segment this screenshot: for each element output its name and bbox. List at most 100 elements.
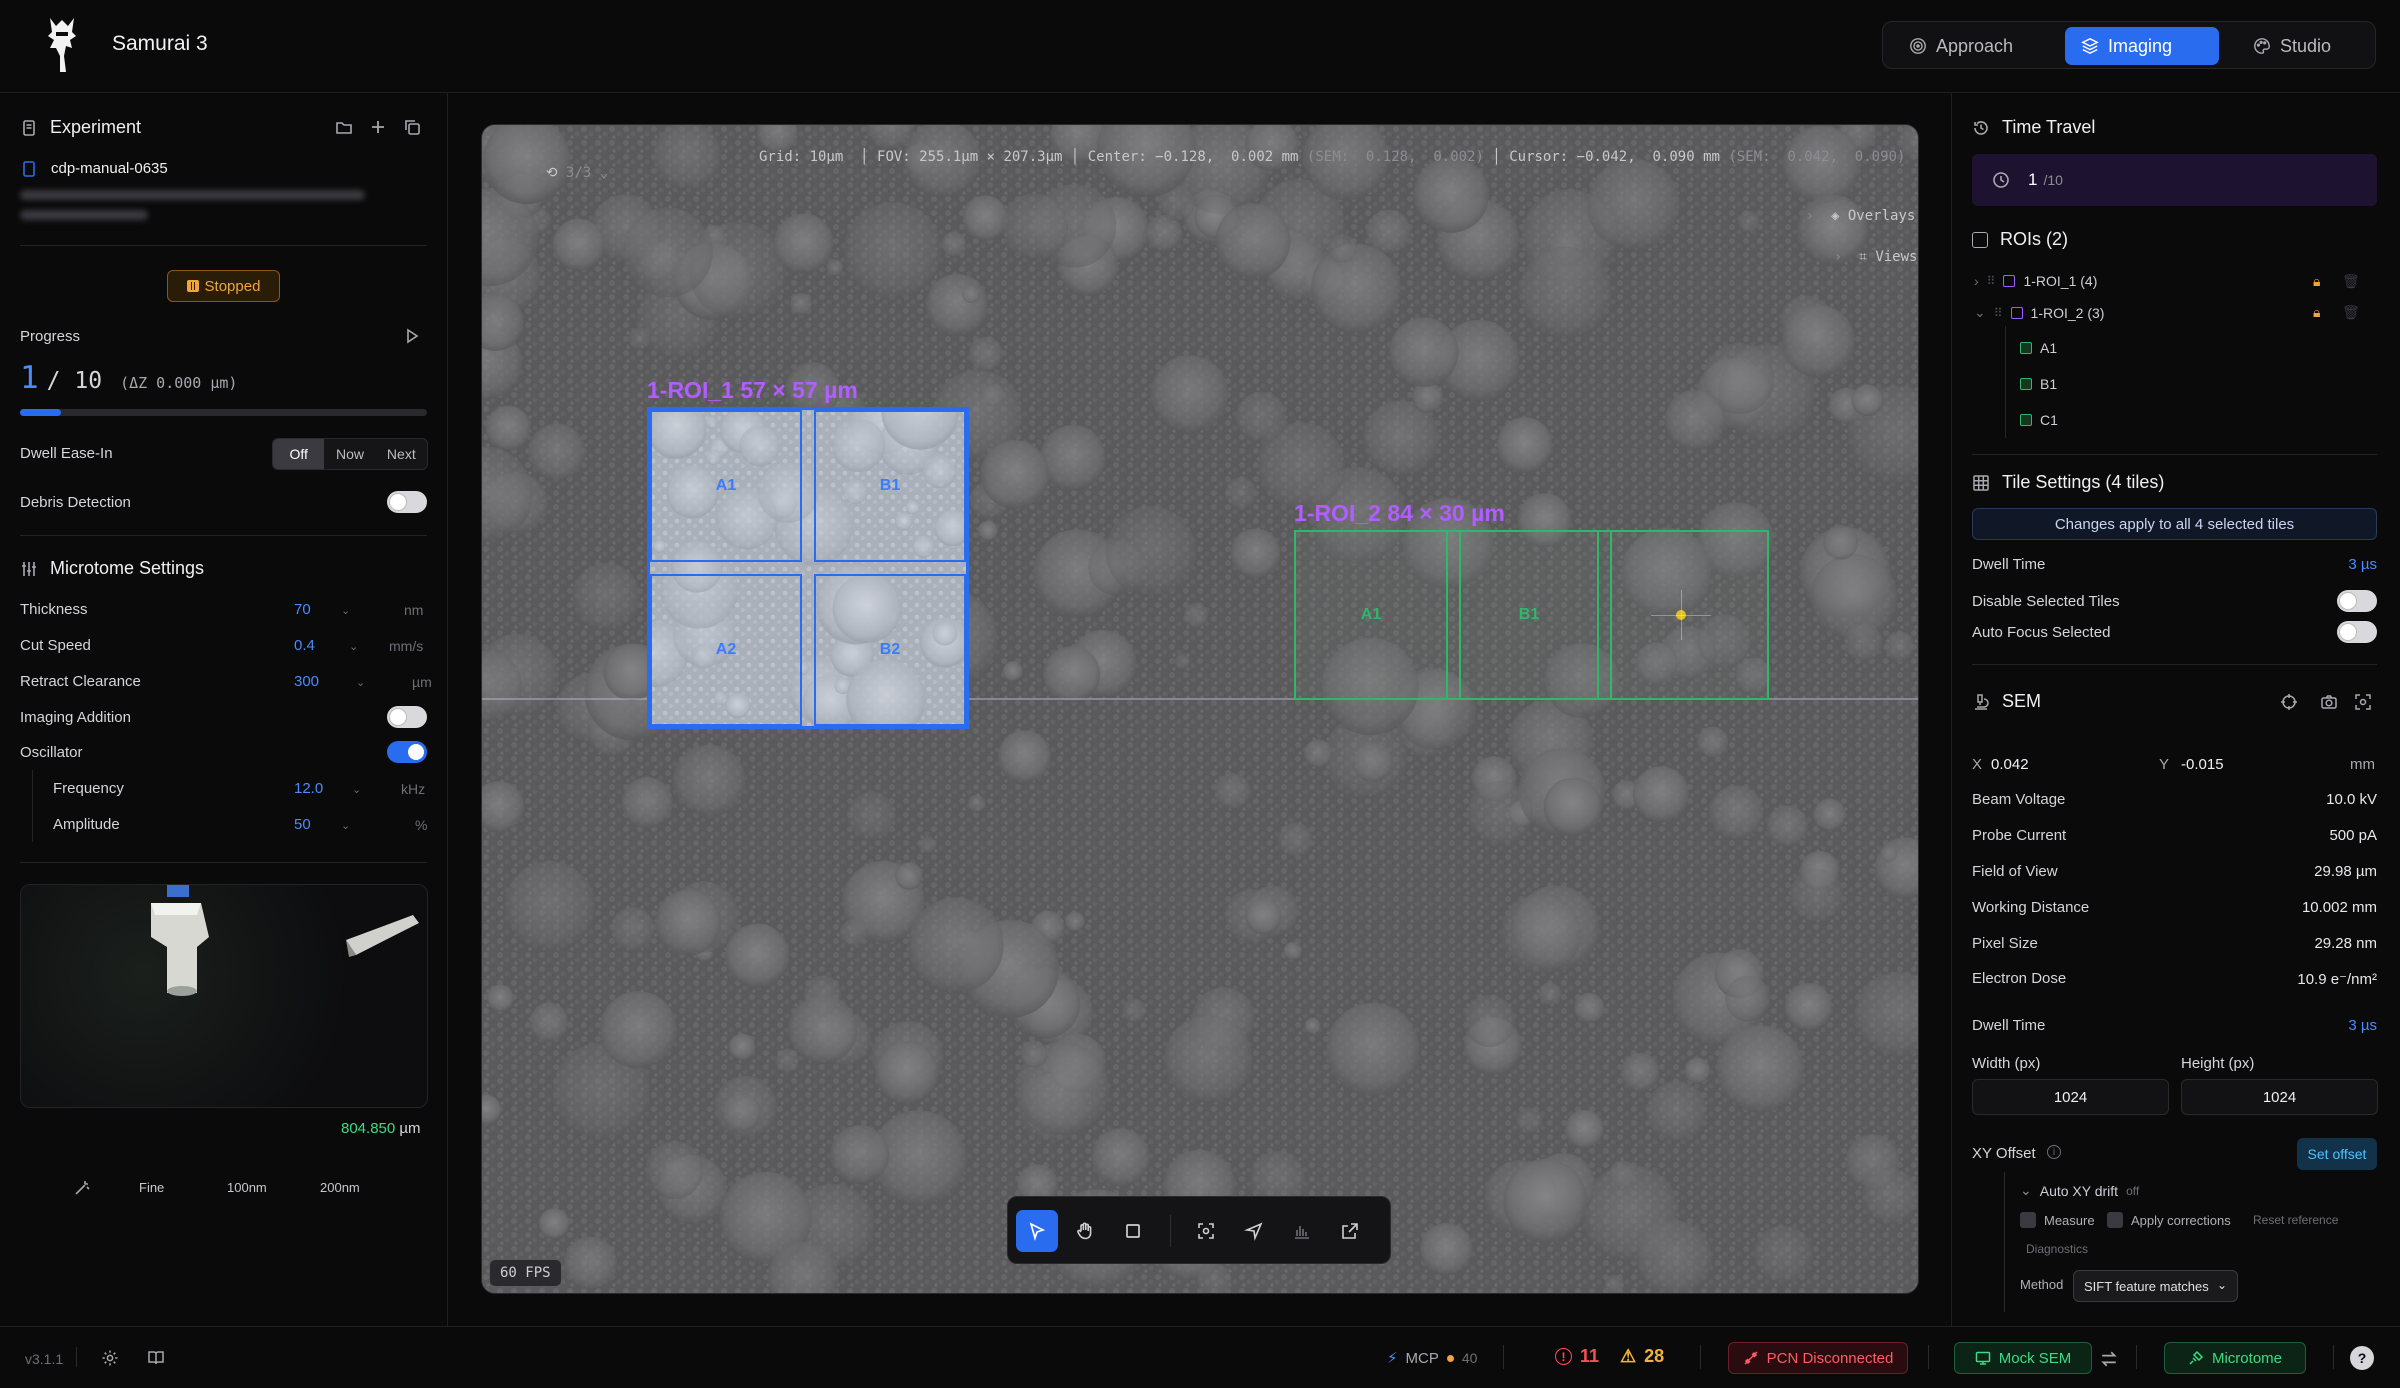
roi-2-tile-b1[interactable]: B1	[1461, 532, 1599, 698]
auto-drift-header[interactable]: ⌄ Auto XY drift off	[2020, 1182, 2139, 1199]
reset-reference-button[interactable]: Reset reference	[2253, 1213, 2338, 1227]
amplitude-value[interactable]: 50	[294, 816, 311, 833]
dwell-ease-next[interactable]: Next	[376, 439, 427, 469]
chevron-down-icon[interactable]: ⌄	[341, 819, 350, 832]
plus-icon[interactable]	[369, 118, 387, 136]
trash-icon[interactable]: 🗑︎	[2342, 304, 2360, 321]
open-external-button[interactable]	[1329, 1210, 1371, 1252]
tab-studio[interactable]: Studio	[2237, 27, 2367, 65]
roi-row-2[interactable]: ⌄ ⠿ 1-ROI_2 (3)	[1974, 304, 2104, 321]
trash-icon[interactable]: 🗑︎	[2342, 273, 2360, 290]
views-menu[interactable]: › ⌗ Views	[1800, 233, 1918, 281]
retract-value[interactable]: 300	[294, 673, 319, 690]
error-count[interactable]: ! 11	[1555, 1346, 1599, 1367]
roi-1-tile-a2[interactable]: A2	[650, 574, 802, 726]
set-offset-button[interactable]: Set offset	[2297, 1138, 2377, 1170]
microtome-pill[interactable]: Microtome	[2164, 1342, 2306, 1374]
rectangle-tool-button[interactable]	[1112, 1210, 1154, 1252]
microtome-3d-preview[interactable]	[20, 884, 428, 1108]
dwell-ease-now[interactable]: Now	[324, 439, 375, 469]
width-input[interactable]: 1024	[1972, 1079, 2169, 1115]
sem-dwell-label: Dwell Time	[1972, 1017, 2046, 1034]
measure-checkbox[interactable]: Measure	[2020, 1212, 2095, 1228]
frequency-value[interactable]: 12.0	[294, 780, 323, 797]
roi-2-region[interactable]: A1 B1	[1294, 530, 1769, 700]
frequency-label: Frequency	[53, 780, 124, 797]
y-value[interactable]: -0.015	[2181, 756, 2224, 773]
history-counter[interactable]: ⟲ 3/3 ⌄	[512, 149, 608, 197]
roi-1-tile-a1[interactable]: A1	[650, 410, 802, 562]
lock-icon[interactable]: 🔒︎	[2313, 304, 2320, 321]
experiment-name[interactable]: cdp-manual-0635	[51, 160, 168, 177]
mock-sem-pill[interactable]: Mock SEM	[1954, 1342, 2092, 1374]
swap-icon[interactable]	[2100, 1350, 2118, 1368]
dwell-ease-off[interactable]: Off	[273, 439, 325, 469]
method-select[interactable]: SIFT feature matches ⌄	[2073, 1270, 2238, 1302]
roi-child-b1[interactable]: B1	[2020, 376, 2057, 392]
disable-tiles-label: Disable Selected Tiles	[1972, 593, 2120, 610]
step-fine[interactable]: Fine	[139, 1180, 164, 1195]
debris-toggle[interactable]	[387, 491, 427, 513]
apply-corrections-checkbox[interactable]: Apply corrections	[2107, 1212, 2231, 1228]
sem-image-viewer[interactable]: ⟲ 3/3 ⌄ Grid: 10µm │ FOV: 255.1µm × 207.…	[481, 124, 1919, 1294]
sem-param-value: 10.002 mm	[2301, 899, 2377, 916]
drag-handle-icon[interactable]: ⠿	[1994, 306, 2003, 320]
pan-tool-button[interactable]	[1064, 1210, 1106, 1252]
copy-icon[interactable]	[403, 118, 421, 136]
chevron-down-icon[interactable]: ⌄	[352, 783, 361, 796]
camera-icon[interactable]	[2320, 693, 2338, 711]
wand-icon[interactable]	[73, 1179, 91, 1197]
tab-approach[interactable]: Approach	[1893, 27, 2029, 65]
drag-handle-icon[interactable]: ⠿	[1987, 274, 1996, 288]
roi-1-region[interactable]: A1 B1 A2 B2	[647, 407, 969, 729]
frequency-unit: kHz	[401, 781, 426, 797]
folder-open-icon[interactable]	[335, 118, 353, 136]
monitor-icon	[1975, 1350, 1991, 1366]
roi-1-tile-b2[interactable]: B2	[814, 574, 966, 726]
warning-count[interactable]: ⚠︎ 28	[1620, 1346, 1664, 1367]
roi-row-1[interactable]: › ⠿ 1-ROI_1 (4)	[1974, 273, 2097, 289]
grid-icon	[1972, 474, 1990, 492]
cut-speed-value[interactable]: 0.4	[294, 637, 315, 654]
autofocus-toggle[interactable]	[2337, 621, 2377, 643]
disable-tiles-toggle[interactable]	[2337, 590, 2377, 612]
info-icon[interactable]: i	[2047, 1145, 2061, 1159]
step-200nm[interactable]: 200nm	[320, 1180, 360, 1195]
sem-param-label: Working Distance	[1972, 899, 2090, 916]
rectangle-icon	[1123, 1221, 1143, 1241]
amplitude-label: Amplitude	[53, 816, 120, 833]
book-icon[interactable]	[147, 1349, 165, 1367]
histogram-tool-button[interactable]	[1281, 1210, 1323, 1252]
chevron-down-icon[interactable]: ⌄	[349, 640, 358, 653]
imaging-addition-toggle[interactable]	[387, 706, 427, 728]
crosshair-icon[interactable]	[2280, 693, 2298, 711]
mcp-status[interactable]: ⚡︎ MCP 40	[1387, 1349, 1477, 1368]
height-input[interactable]: 1024	[2181, 1079, 2378, 1115]
help-button[interactable]: ?	[2350, 1346, 2374, 1370]
thickness-value[interactable]: 70	[294, 601, 311, 618]
pcn-status-pill[interactable]: PCN Disconnected	[1728, 1342, 1908, 1374]
select-tool-button[interactable]	[1016, 1210, 1058, 1252]
diagnostics-link[interactable]: Diagnostics	[2026, 1242, 2088, 1256]
gear-icon[interactable]	[101, 1349, 119, 1367]
time-travel-scrubber[interactable]: 1 /10	[1972, 154, 2377, 206]
oscillator-toggle[interactable]	[387, 741, 427, 763]
x-value[interactable]: 0.042	[1991, 756, 2029, 773]
tab-imaging[interactable]: Imaging	[2065, 27, 2219, 65]
sem-dwell-value[interactable]: 3 µs	[2280, 1017, 2377, 1034]
chevron-down-icon[interactable]: ⌄	[341, 604, 350, 617]
step-100nm[interactable]: 100nm	[227, 1180, 267, 1195]
play-icon[interactable]	[403, 327, 421, 345]
chevron-down-icon[interactable]: ⌄	[356, 676, 365, 689]
focus-tool-button[interactable]	[1185, 1210, 1227, 1252]
autofocus-icon[interactable]	[2354, 693, 2372, 711]
error-icon: !	[1555, 1348, 1572, 1365]
roi-2-tile-a1[interactable]: A1	[1296, 532, 1448, 698]
tile-dwell-value[interactable]: 3 µs	[2280, 556, 2377, 573]
roi-1-tile-b1[interactable]: B1	[814, 410, 966, 562]
checkbox-icon[interactable]	[1972, 231, 1988, 248]
navigate-tool-button[interactable]	[1233, 1210, 1275, 1252]
roi-child-a1[interactable]: A1	[2020, 340, 2057, 356]
roi-child-c1[interactable]: C1	[2020, 412, 2058, 428]
lock-icon[interactable]: 🔒︎	[2313, 273, 2320, 290]
